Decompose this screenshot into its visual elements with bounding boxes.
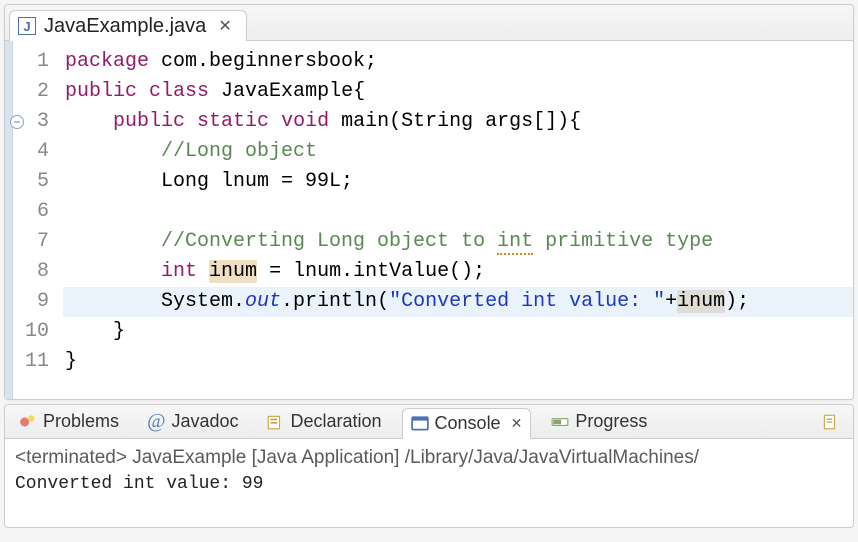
declaration-icon: [266, 413, 284, 431]
line-number: 5: [13, 167, 49, 197]
code-line[interactable]: public static void main(String args[]){: [63, 107, 853, 137]
line-number: 2: [13, 77, 49, 107]
code-line[interactable]: System.out.println("Converted int value:…: [63, 287, 853, 317]
line-number: 7: [13, 227, 49, 257]
progress-icon: [551, 413, 569, 431]
java-file-icon: J: [18, 17, 36, 35]
tab-declaration[interactable]: Declaration: [258, 407, 389, 436]
code-line[interactable]: Long lnum = 99L;: [63, 167, 853, 197]
code-line[interactable]: public class JavaExample{: [63, 77, 853, 107]
line-number: 10: [13, 317, 49, 347]
tab-console[interactable]: Console ✕: [402, 408, 532, 439]
line-number: 8: [13, 257, 49, 287]
line-number: 11: [13, 347, 49, 377]
code-line[interactable]: }: [63, 347, 853, 377]
tab-label: Problems: [43, 411, 119, 432]
bottom-pane: Problems @ Javadoc Declaration Console ✕…: [4, 404, 854, 528]
code-line[interactable]: //Long object: [63, 137, 853, 167]
code-line[interactable]: [63, 197, 853, 227]
code-line[interactable]: int inum = lnum.intValue();: [63, 257, 853, 287]
editor-pane: J JavaExample.java ✕ 123−4567891011 pack…: [4, 4, 854, 400]
editor-tab-filename: JavaExample.java: [44, 15, 206, 38]
document-icon: [821, 413, 839, 431]
code-lines[interactable]: package com.beginnersbook;public class J…: [59, 41, 853, 399]
console-status: <terminated> JavaExample [Java Applicati…: [15, 445, 843, 471]
tab-label: Javadoc: [171, 411, 238, 432]
code-line[interactable]: }: [63, 317, 853, 347]
close-icon[interactable]: ✕: [507, 415, 523, 432]
console-body[interactable]: <terminated> JavaExample [Java Applicati…: [5, 439, 853, 527]
fold-strip: [5, 41, 13, 399]
line-number: 1: [13, 47, 49, 77]
code-line[interactable]: package com.beginnersbook;: [63, 47, 853, 77]
console-output: Converted int value: 99: [15, 471, 843, 497]
editor-tab-bar: J JavaExample.java ✕: [5, 5, 853, 41]
code-line[interactable]: //Converting Long object to int primitiv…: [63, 227, 853, 257]
tab-label: Declaration: [290, 411, 381, 432]
bottom-tab-bar: Problems @ Javadoc Declaration Console ✕…: [5, 405, 853, 439]
line-number: 4: [13, 137, 49, 167]
tab-extra[interactable]: [813, 409, 847, 435]
tab-problems[interactable]: Problems: [11, 407, 127, 436]
tab-progress[interactable]: Progress: [543, 407, 655, 436]
console-icon: [411, 415, 429, 433]
tab-label: Console: [435, 413, 501, 434]
line-number: 9: [13, 287, 49, 317]
code-area[interactable]: 123−4567891011 package com.beginnersbook…: [5, 41, 853, 399]
line-number: 6: [13, 197, 49, 227]
problems-icon: [19, 413, 37, 431]
fold-handle-icon[interactable]: −: [10, 115, 24, 129]
line-number-gutter[interactable]: 123−4567891011: [13, 41, 59, 399]
close-icon[interactable]: ✕: [214, 16, 231, 36]
tab-label: Progress: [575, 411, 647, 432]
editor-tab[interactable]: J JavaExample.java ✕: [9, 10, 247, 41]
javadoc-icon: @: [147, 410, 165, 433]
tab-javadoc[interactable]: @ Javadoc: [139, 406, 246, 437]
